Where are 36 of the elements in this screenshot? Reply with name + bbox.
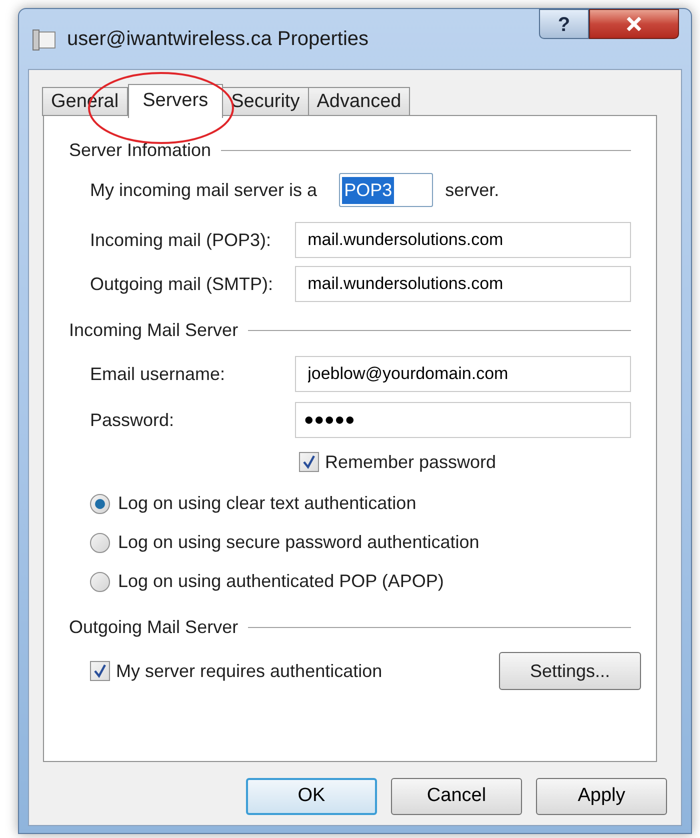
password-field[interactable]: ●●●●●: [294, 402, 631, 438]
server-type-field[interactable]: POP3: [339, 173, 434, 207]
input-field[interactable]: mail.wundersolutions.com: [294, 266, 631, 302]
dialog-button[interactable]: Cancel: [391, 778, 522, 815]
radio-button[interactable]: [90, 532, 110, 552]
field-label: Outgoing mail (SMTP):: [90, 272, 274, 296]
checkbox-label: My server requires authentication: [116, 660, 382, 683]
help-button[interactable]: ?: [539, 9, 589, 39]
field-label: server.: [445, 178, 500, 202]
tab[interactable]: Servers: [128, 84, 224, 118]
window-title: user@iwantwireless.ca Properties: [67, 27, 369, 52]
section-title: Server Infomation: [69, 138, 212, 162]
radio-label: Log on using authenticated POP (APOP): [118, 570, 444, 593]
radio-button[interactable]: [90, 572, 110, 592]
tab[interactable]: Security: [222, 87, 309, 116]
close-button[interactable]: [589, 9, 679, 39]
tab[interactable]: Advanced: [308, 87, 410, 116]
checkmark-icon: [302, 455, 316, 469]
radio-label: Log on using secure password authentication: [118, 531, 480, 554]
checkmark-icon: [93, 664, 107, 678]
radio-button[interactable]: [90, 494, 110, 514]
checkbox-label: Remember password: [325, 450, 496, 474]
section-title: Incoming Mail Server: [69, 318, 238, 342]
close-icon: [626, 17, 642, 31]
settings-button[interactable]: Settings...: [499, 652, 641, 690]
field-label: Password:: [90, 408, 176, 432]
section-title: Outgoing Mail Server: [69, 616, 238, 639]
dialog-button[interactable]: Apply: [536, 778, 667, 815]
field-label: My incoming mail server is a: [90, 178, 318, 202]
checkbox[interactable]: [299, 452, 319, 472]
field-label: Email username:: [90, 362, 226, 386]
input-field[interactable]: mail.wundersolutions.com: [294, 222, 631, 258]
radio-label: Log on using clear text authentication: [118, 492, 416, 515]
dialog-button[interactable]: OK: [246, 778, 377, 815]
checkbox[interactable]: [90, 661, 110, 681]
field-label: Incoming mail (POP3):: [90, 228, 272, 252]
